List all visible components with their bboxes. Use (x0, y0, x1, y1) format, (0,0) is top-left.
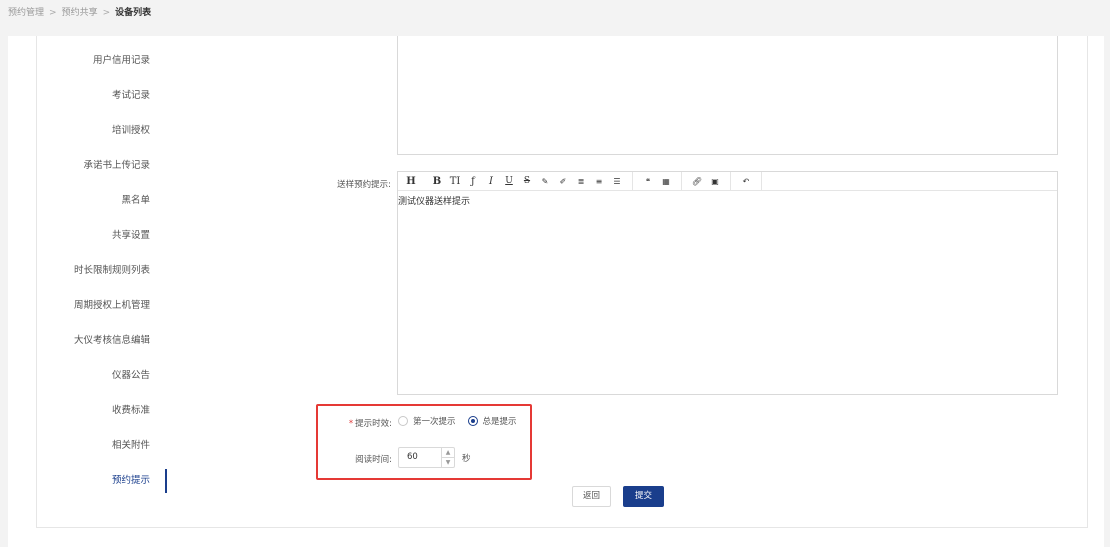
toolbar-group-block: ❝ ▦ (633, 171, 682, 191)
align-center-icon[interactable]: ≡ (590, 172, 608, 191)
stepper-down-icon[interactable]: ▼ (442, 458, 454, 468)
undo-icon[interactable]: ↶ (737, 172, 755, 191)
italic-icon[interactable]: I (482, 172, 500, 191)
effect-label-text: 提示时效: (355, 419, 392, 429)
breadcrumb-current: 设备列表 (115, 8, 152, 18)
align-left-icon[interactable]: ≣ (572, 172, 590, 191)
sidebar-item-booking-tip[interactable]: 预约提示 (36, 469, 167, 493)
heading-icon[interactable]: H (402, 172, 420, 191)
sidebar-item-announcement[interactable]: 仪器公告 (36, 366, 167, 386)
rich-text-editor[interactable]: H B TI ƒ I U S ✎ ✐ ≣ ≡ ☰ ❝ ▦ 🔗︎ ▣ ↶ 测试仪器… (397, 171, 1058, 395)
back-button[interactable]: 返回 (572, 486, 611, 507)
tip-field-label: 送样预约提示: (337, 180, 391, 190)
sidebar-item-periodic-auth[interactable]: 周期授权上机管理 (36, 296, 167, 316)
sidebar-item-training-auth[interactable]: 培训授权 (36, 121, 167, 141)
strikethrough-icon[interactable]: S (518, 172, 536, 191)
sidebar-item-commitment-upload[interactable]: 承诺书上传记录 (36, 156, 167, 176)
editor-content[interactable]: 测试仪器送样提示 (398, 191, 1057, 207)
toolbar-group-history: ↶ (731, 171, 762, 191)
breadcrumb-separator: > (102, 8, 111, 18)
breadcrumb-separator: > (49, 8, 57, 18)
sidebar-item-share-settings[interactable]: 共享设置 (36, 226, 167, 246)
align-right-icon[interactable]: ☰ (608, 172, 626, 191)
breadcrumb-item-booking-share[interactable]: 预约共享 (62, 8, 98, 18)
radio-first-time-label[interactable]: 第一次提示 (413, 415, 456, 427)
sidebar-item-exam-record[interactable]: 考试记录 (36, 86, 167, 106)
sidebar-item-duration-rules[interactable]: 时长限制规则列表 (36, 261, 167, 281)
toolbar-group-format: H B TI ƒ I U S ✎ ✐ ≣ ≡ ☰ (398, 171, 633, 191)
underline-icon[interactable]: U (500, 172, 518, 191)
sidebar-item-fee-standard[interactable]: 收费标准 (36, 401, 167, 421)
font-icon[interactable]: ƒ (464, 172, 482, 191)
sidebar-item-blacklist[interactable]: 黑名单 (36, 191, 167, 211)
breadcrumb-item-booking-management[interactable]: 预约管理 (8, 8, 44, 18)
read-time-stepper: ▲ ▼ (441, 448, 454, 467)
read-time-label: 阅读时间: (355, 455, 392, 465)
radio-first-time[interactable] (398, 416, 408, 426)
radio-always-label[interactable]: 总是提示 (483, 415, 517, 427)
stepper-up-icon[interactable]: ▲ (442, 448, 454, 458)
font-size-icon[interactable]: TI (446, 172, 464, 191)
read-time-value: 60 (407, 452, 418, 462)
previous-editor-content[interactable] (397, 36, 1058, 155)
editor-toolbar: H B TI ƒ I U S ✎ ✐ ≣ ≡ ☰ ❝ ▦ 🔗︎ ▣ ↶ (398, 171, 1057, 191)
table-icon[interactable]: ▦ (657, 172, 675, 191)
sidebar-item-assessment-edit[interactable]: 大仪考核信息编辑 (36, 331, 167, 351)
submit-button[interactable]: 提交 (623, 486, 664, 507)
effect-field-label: * 提示时效: (320, 417, 392, 429)
effect-radio-group: 第一次提示 总是提示 (398, 415, 529, 427)
sidebar-item-credit-record[interactable]: 用户信用记录 (36, 51, 167, 71)
read-time-unit: 秒 (462, 454, 471, 464)
image-icon[interactable]: ▣ (706, 172, 724, 191)
breadcrumb: 预约管理 > 预约共享 > 设备列表 (0, 0, 1110, 36)
read-time-input[interactable]: 60 ▲ ▼ (398, 447, 455, 468)
sidebar-menu: 用户信用记录 考试记录 培训授权 承诺书上传记录 黑名单 共享设置 时长限制规则… (36, 36, 167, 514)
toolbar-group-insert: 🔗︎ ▣ (682, 171, 731, 191)
radio-always[interactable] (467, 416, 478, 426)
required-mark: * (348, 419, 354, 429)
bold-icon[interactable]: B (428, 172, 446, 191)
quote-icon[interactable]: ❝ (639, 172, 657, 191)
link-icon[interactable]: 🔗︎ (688, 172, 706, 191)
sidebar-item-attachments[interactable]: 相关附件 (36, 436, 167, 456)
background-color-icon[interactable]: ✐ (554, 172, 572, 191)
text-color-icon[interactable]: ✎ (536, 172, 554, 191)
